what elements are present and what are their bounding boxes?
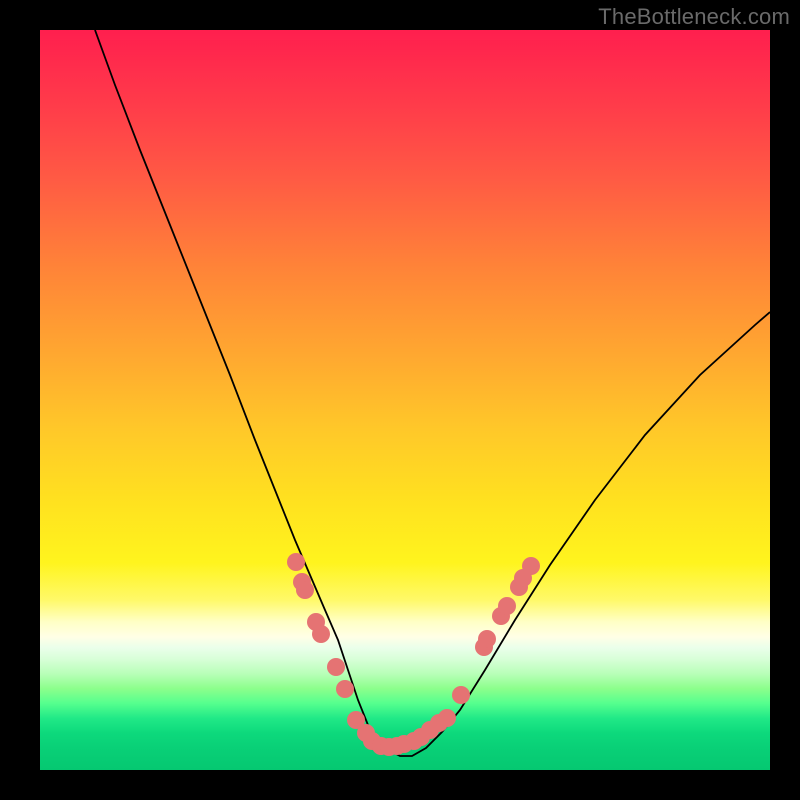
data-marker — [287, 553, 305, 571]
data-marker — [312, 625, 330, 643]
marker-group — [287, 553, 540, 756]
data-marker — [498, 597, 516, 615]
curve-svg — [40, 30, 770, 770]
data-marker — [522, 557, 540, 575]
data-marker — [452, 686, 470, 704]
data-marker — [336, 680, 354, 698]
data-marker — [438, 709, 456, 727]
data-marker — [327, 658, 345, 676]
plot-area — [40, 30, 770, 770]
bottleneck-curve — [95, 30, 770, 756]
data-marker — [478, 630, 496, 648]
data-marker — [296, 581, 314, 599]
watermark-text: TheBottleneck.com — [598, 4, 790, 30]
chart-frame: TheBottleneck.com — [0, 0, 800, 800]
